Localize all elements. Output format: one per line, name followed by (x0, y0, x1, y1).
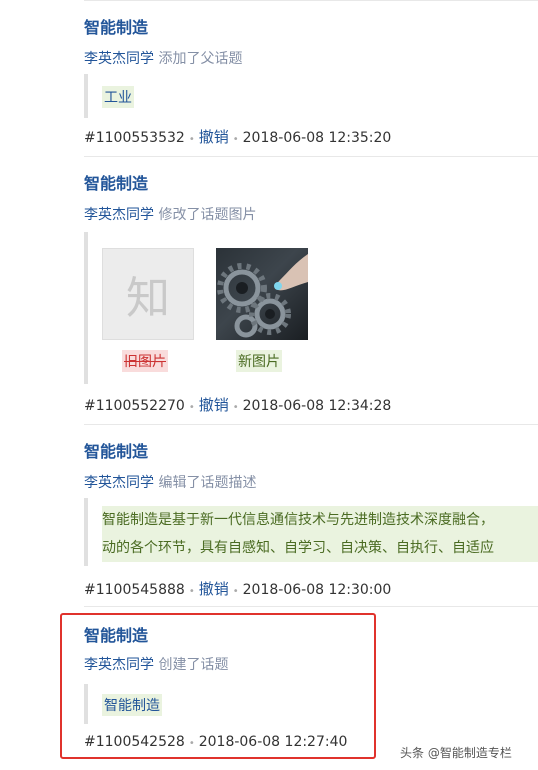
log-action-line: 李英杰同学 编辑了话题描述 (84, 472, 256, 492)
new-image-label: 新图片 (236, 350, 282, 372)
watermark: 头条 @智能制造专栏 (400, 746, 512, 760)
undo-button[interactable]: 撤销 (199, 396, 229, 414)
topic-link[interactable]: 智能制造 (84, 438, 148, 462)
gears-hand-image (217, 254, 308, 338)
log-entry: 智能制造 李英杰同学 添加了父话题 工业 #1100553532 • 撤销 • 2018… (84, 0, 538, 156)
change-quote: 工业 (84, 74, 538, 118)
topic-link[interactable]: 智能制造 (84, 14, 148, 38)
log-entry: 智能制造 李英杰同学 编辑了话题描述 智能制造是基于新一代信息通信技术与先进制造… (84, 424, 538, 606)
topic-link[interactable]: 智能制造 (84, 170, 148, 194)
user-link[interactable]: 李英杰同学 (84, 475, 154, 491)
dot-separator: • (188, 402, 195, 413)
dot-separator: • (232, 586, 239, 597)
parent-topic-link[interactable]: 工业 (102, 86, 134, 108)
log-entry: 智能制造 李英杰同学 修改了话题图片 知 旧图片 新图片 #1100552270… (84, 156, 538, 424)
change-quote: 智能制造是基于新一代信息通信技术与先进制造技术深度融合， 动的各个环节，具有自感… (84, 498, 538, 566)
log-action-line: 李英杰同学 修改了话题图片 (84, 204, 256, 224)
undo-button[interactable]: 撤销 (199, 128, 229, 146)
timestamp: 2018-06-08 12:34:28 (242, 398, 392, 414)
log-id: #1100545888 (84, 582, 185, 598)
log-action-line: 李英杰同学 添加了父话题 (84, 48, 242, 68)
change-quote: 知 旧图片 新图片 (84, 232, 538, 384)
action-text: 编辑了话题描述 (158, 475, 257, 491)
old-image-label: 旧图片 (122, 350, 168, 372)
description-diff: 智能制造是基于新一代信息通信技术与先进制造技术深度融合， 动的各个环节，具有自感… (102, 506, 538, 562)
description-line: 智能制造是基于新一代信息通信技术与先进制造技术深度融合， (102, 506, 538, 534)
log-meta: #1100552270 • 撤销 • 2018-06-08 12:34:28 (84, 394, 391, 415)
new-topic-image (216, 248, 308, 340)
timestamp: 2018-06-08 12:35:20 (242, 130, 392, 146)
user-link[interactable]: 李英杰同学 (84, 51, 154, 67)
log-meta: #1100553532 • 撤销 • 2018-06-08 12:35:20 (84, 126, 391, 147)
action-text: 添加了父话题 (158, 51, 243, 67)
log-meta: #1100545888 • 撤销 • 2018-06-08 12:30:00 (84, 578, 391, 599)
dot-separator: • (232, 134, 239, 145)
dot-separator: • (232, 402, 239, 413)
action-text: 修改了话题图片 (158, 207, 257, 223)
user-link[interactable]: 李英杰同学 (84, 207, 154, 223)
old-topic-image: 知 (102, 248, 194, 340)
undo-button[interactable]: 撤销 (199, 580, 229, 598)
log-id: #1100552270 (84, 398, 185, 414)
dot-separator: • (188, 586, 195, 597)
log-id: #1100553532 (84, 130, 185, 146)
dot-separator: • (188, 134, 195, 145)
highlight-box (60, 613, 376, 759)
description-line: 动的各个环节，具有自感知、自学习、自决策、自执行、自适应 (102, 534, 538, 562)
timestamp: 2018-06-08 12:30:00 (242, 582, 392, 598)
zhi-logo-glyph: 知 (126, 273, 170, 324)
